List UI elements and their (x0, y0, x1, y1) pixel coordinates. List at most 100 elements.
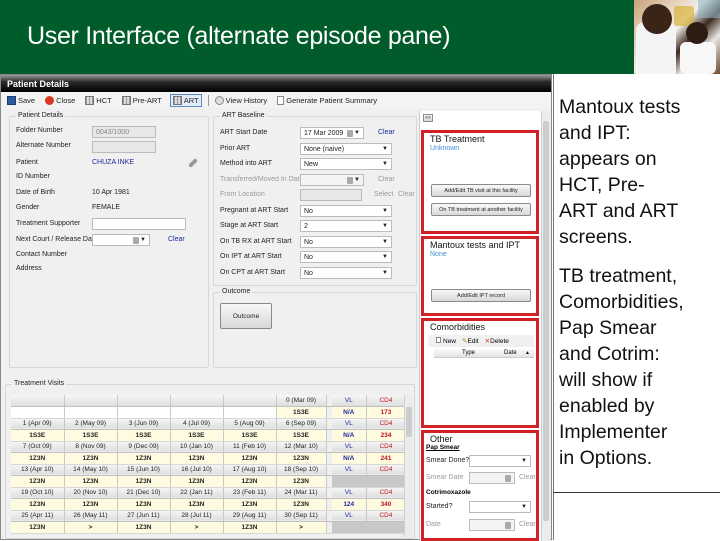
visit-month-cell[interactable]: 20 (Nov 10) (64, 487, 118, 499)
next-court-date-picker[interactable]: ▼ (92, 234, 150, 246)
cd4-value-cell[interactable] (366, 475, 407, 488)
add-edit-ipt-button[interactable]: Add/Edit IPT record (431, 289, 531, 302)
close-button[interactable]: Close (43, 94, 77, 107)
select-link[interactable]: Select (374, 191, 393, 198)
regimen-cell[interactable]: 1Z3N (11, 475, 65, 488)
regimen-cell[interactable]: 1S3E (170, 429, 224, 442)
supporter-field[interactable] (92, 218, 186, 230)
cotrim-date-picker[interactable] (469, 519, 515, 531)
alternate-number-field[interactable] (92, 141, 156, 153)
regimen-cell[interactable] (64, 406, 118, 419)
folder-number-field[interactable]: 0043/1000 (92, 126, 156, 138)
cd4-value-cell[interactable]: 173 (366, 406, 407, 419)
regimen-cell[interactable]: 1S3E (64, 429, 118, 442)
regimen-cell[interactable]: 1Z3N (117, 521, 171, 534)
visit-month-cell[interactable] (170, 395, 224, 407)
regimen-cell[interactable]: 1Z3N (170, 475, 224, 488)
vl-value-cell[interactable]: N/A (332, 429, 367, 442)
visit-month-cell[interactable]: 14 (May 10) (64, 464, 118, 476)
visit-month-cell[interactable] (11, 395, 65, 407)
visit-month-cell[interactable]: 0 (Mar 09) (276, 395, 327, 407)
visit-month-cell[interactable]: 26 (May 11) (64, 510, 118, 522)
pre-art-button[interactable]: Pre-ART (120, 94, 164, 107)
visit-month-cell[interactable]: 16 (Jul 10) (170, 464, 224, 476)
side-pane-scrollbar[interactable] (541, 111, 550, 541)
visit-month-cell[interactable]: 1 (Apr 09) (11, 418, 65, 430)
vl-value-cell[interactable]: N/A (332, 452, 367, 465)
cotrim-started-select[interactable]: ▼ (469, 501, 531, 513)
art-select[interactable]: No ▼ (300, 251, 392, 263)
visit-month-cell[interactable] (64, 395, 118, 407)
cotrim-date-clear-link[interactable]: Clear (519, 521, 536, 528)
visit-month-cell[interactable]: 27 (Jun 11) (117, 510, 171, 522)
art-text-field[interactable] (300, 189, 362, 201)
regimen-cell[interactable] (223, 406, 277, 419)
generate-summary-button[interactable]: Generate Patient Summary (275, 94, 379, 107)
art-select[interactable]: New ▼ (300, 158, 392, 170)
cd4-value-cell[interactable]: 234 (366, 429, 407, 442)
visit-month-cell[interactable]: 21 (Dec 10) (117, 487, 171, 499)
visit-month-cell[interactable]: 15 (Jun 10) (117, 464, 171, 476)
art-button[interactable]: ART (169, 93, 202, 107)
regimen-cell[interactable]: 1S3E (276, 429, 327, 442)
view-history-button[interactable]: View History (213, 94, 270, 107)
regimen-cell[interactable]: 1S3E (11, 429, 65, 442)
smear-done-select[interactable]: ▼ (469, 455, 531, 467)
regimen-cell[interactable]: > (276, 521, 327, 534)
regimen-cell[interactable]: 1Z3N (11, 452, 65, 465)
regimen-cell[interactable]: 1S3E (117, 429, 171, 442)
art-select[interactable]: 2 ▼ (300, 220, 392, 232)
visit-month-cell[interactable]: 2 (May 09) (64, 418, 118, 430)
regimen-cell[interactable]: 1Z3N (276, 452, 327, 465)
visit-month-cell[interactable]: 22 (Jan 11) (170, 487, 224, 499)
art-date-picker[interactable]: ▼ (300, 173, 364, 186)
regimen-cell[interactable]: 1Z3N (11, 498, 65, 511)
next-court-clear-link[interactable]: Clear (168, 236, 185, 243)
outcome-button[interactable]: Outcome (220, 303, 272, 329)
hct-button[interactable]: HCT (83, 94, 113, 107)
regimen-cell[interactable]: 1Z3N (223, 498, 277, 511)
visit-month-cell[interactable]: 7 (Oct 09) (11, 441, 65, 453)
add-edit-tb-visit-button[interactable]: Add/Edit TB visit at this facility (431, 184, 531, 197)
visit-month-cell[interactable]: 30 (Sep 11) (276, 510, 327, 522)
regimen-cell[interactable]: > (64, 521, 118, 534)
collapse-pane-button[interactable]: << (423, 114, 433, 122)
visit-month-cell[interactable]: 17 (Aug 10) (223, 464, 277, 476)
regimen-cell[interactable] (170, 406, 224, 419)
visit-month-cell[interactable]: 18 (Sep 10) (276, 464, 327, 476)
regimen-cell[interactable] (117, 406, 171, 419)
type-column-header[interactable]: Type (462, 350, 475, 356)
visit-month-cell[interactable]: 13 (Apr 10) (11, 464, 65, 476)
regimen-cell[interactable]: 1Z3N (223, 452, 277, 465)
regimen-cell[interactable]: 1Z3N (170, 498, 224, 511)
regimen-cell[interactable]: 1Z3N (117, 498, 171, 511)
regimen-cell[interactable]: 1Z3N (276, 498, 327, 511)
regimen-cell[interactable]: 1Z3N (11, 521, 65, 534)
visit-month-cell[interactable]: 6 (Sep 09) (276, 418, 327, 430)
regimen-cell[interactable]: 1Z3N (223, 521, 277, 534)
link-icon[interactable] (188, 158, 198, 168)
regimen-cell[interactable]: 1Z3N (117, 452, 171, 465)
visit-month-cell[interactable] (223, 395, 277, 407)
regimen-cell[interactable]: 1Z3N (64, 452, 118, 465)
delete-comorbidity-button[interactable]: ✕Delete (485, 337, 509, 345)
visit-month-cell[interactable]: 3 (Jun 09) (117, 418, 171, 430)
visit-month-cell[interactable]: 11 (Feb 10) (223, 441, 277, 453)
scroll-thumb[interactable] (406, 407, 412, 437)
regimen-cell[interactable]: 1Z3N (64, 498, 118, 511)
art-date-picker[interactable]: 17 Mar 2009 ▼ (300, 127, 364, 139)
regimen-cell[interactable]: 1Z3N (276, 475, 327, 488)
art-select[interactable]: None (naive) ▼ (300, 142, 392, 155)
regimen-cell[interactable]: > (170, 521, 224, 534)
visit-month-cell[interactable]: 12 (Mar 10) (276, 441, 327, 453)
visit-month-cell[interactable]: 5 (Aug 09) (223, 418, 277, 430)
regimen-cell[interactable]: 1S3E (276, 406, 327, 419)
clear-link[interactable]: Clear (378, 176, 395, 183)
new-comorbidity-button[interactable]: New (436, 337, 456, 345)
vl-value-cell[interactable] (332, 475, 367, 488)
smear-date-clear-link[interactable]: Clear (519, 474, 536, 481)
visit-month-cell[interactable] (117, 395, 171, 407)
visit-month-cell[interactable]: 10 (Jan 10) (170, 441, 224, 453)
visit-month-cell[interactable]: 24 (Mar 11) (276, 487, 327, 499)
regimen-cell[interactable]: 1Z3N (170, 452, 224, 465)
